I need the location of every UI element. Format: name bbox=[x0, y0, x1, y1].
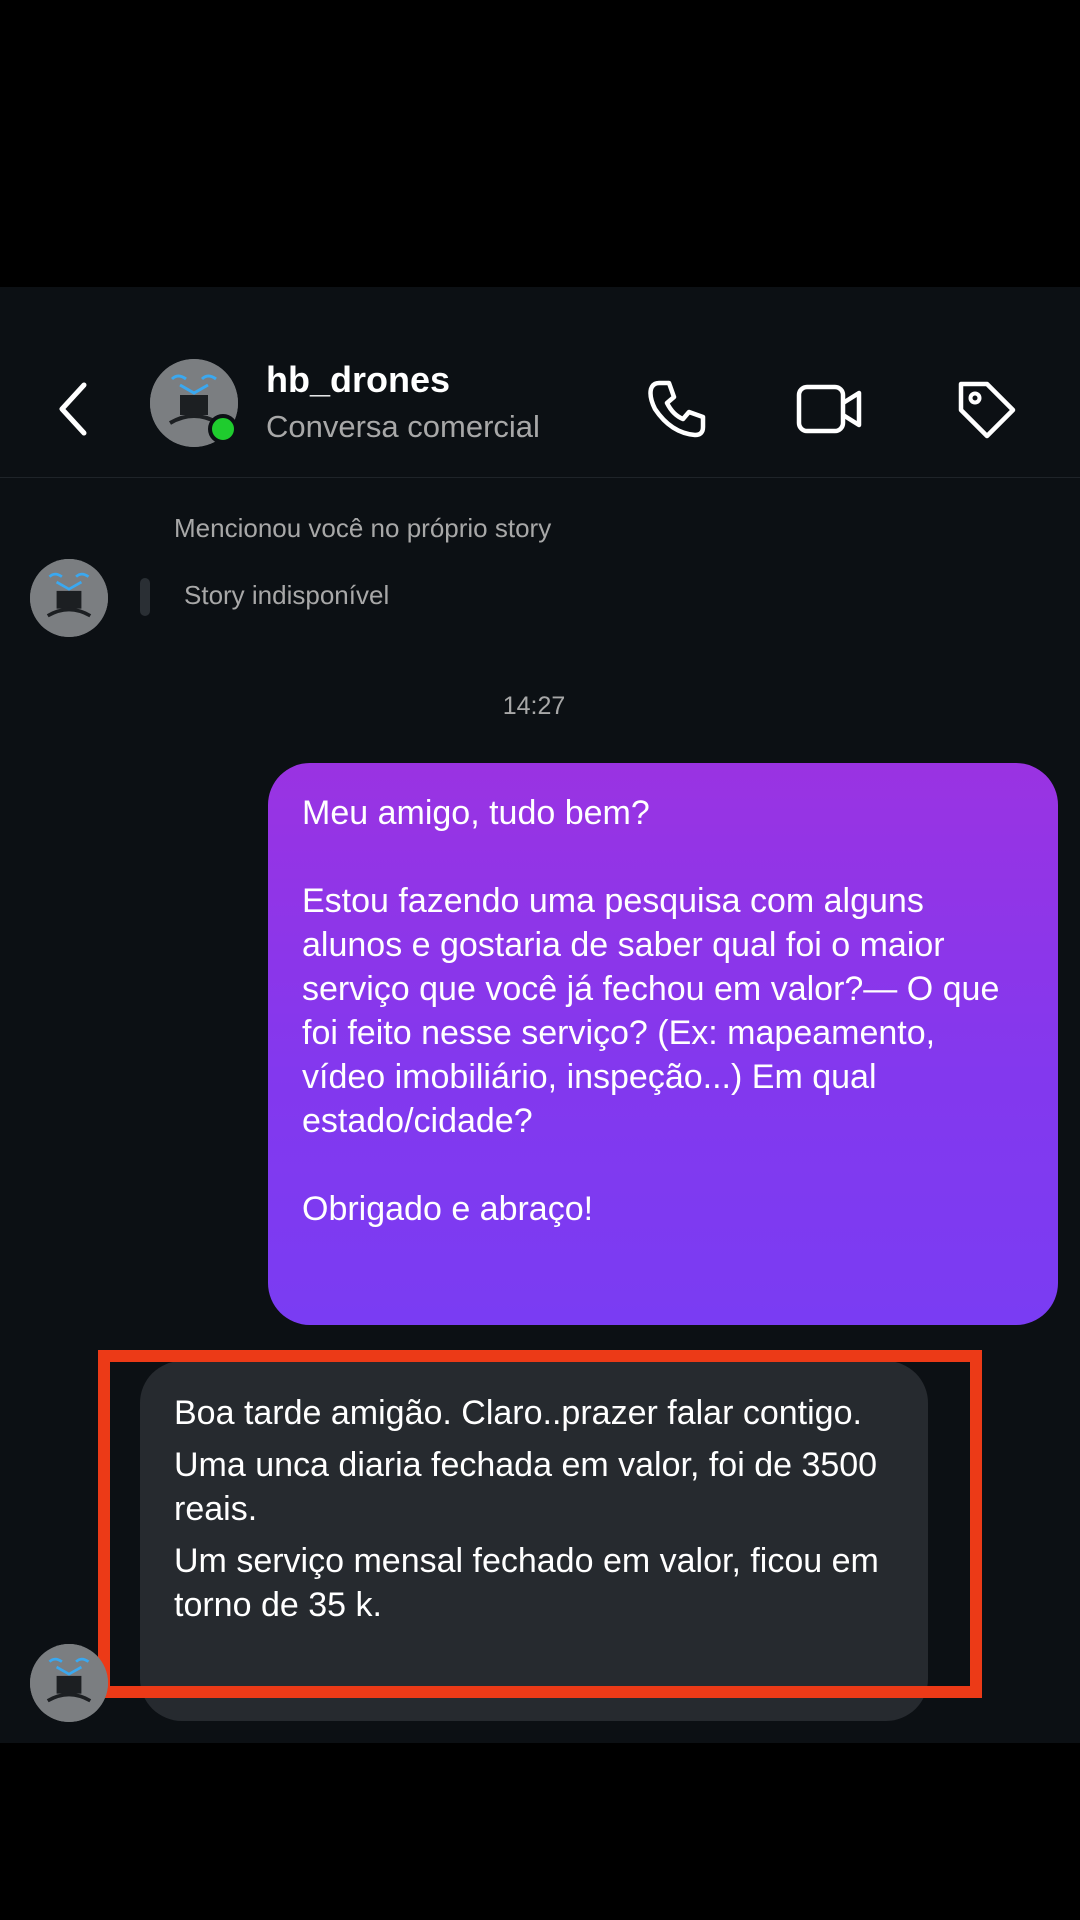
message-text: Meu amigo, tudo bem? bbox=[302, 794, 650, 832]
online-status-dot bbox=[208, 414, 238, 444]
drone-logo-icon bbox=[30, 1644, 108, 1722]
story-mention-label: Mencionou você no próprio story bbox=[174, 513, 552, 543]
message-timestamp: 14:27 bbox=[502, 692, 566, 720]
chat-username[interactable]: hb_drones bbox=[266, 359, 450, 401]
label-tag-button[interactable] bbox=[950, 373, 1022, 445]
chat-screen: hb_drones Conversa comercial Mencionou v… bbox=[0, 287, 1080, 1743]
message-text: Estou fazendo uma pesquisa com alguns al… bbox=[302, 882, 1000, 1140]
outgoing-message-bubble[interactable]: Meu amigo, tudo bem? Estou fazendo uma p… bbox=[268, 763, 1058, 1325]
video-call-button[interactable] bbox=[794, 373, 866, 445]
drone-logo-icon bbox=[30, 559, 108, 637]
voice-call-button[interactable] bbox=[641, 373, 713, 445]
message-text: Obrigado e abraço! bbox=[302, 1190, 594, 1228]
status-bar-area bbox=[0, 0, 1080, 287]
video-camera-icon bbox=[796, 384, 862, 434]
highlight-annotation-box bbox=[98, 1350, 982, 1698]
story-unavailable-label[interactable]: Story indisponível bbox=[184, 580, 389, 611]
sender-avatar[interactable] bbox=[30, 1644, 108, 1722]
sender-avatar[interactable] bbox=[30, 559, 108, 637]
story-reply-bar bbox=[140, 578, 150, 616]
tag-icon bbox=[958, 381, 1016, 439]
back-chevron-icon bbox=[59, 382, 87, 436]
chat-subtitle: Conversa comercial bbox=[266, 409, 540, 444]
bottom-area bbox=[0, 1743, 1080, 1920]
chat-header: hb_drones Conversa comercial bbox=[0, 287, 1080, 478]
back-button[interactable] bbox=[44, 369, 104, 449]
phone-icon bbox=[648, 380, 706, 438]
